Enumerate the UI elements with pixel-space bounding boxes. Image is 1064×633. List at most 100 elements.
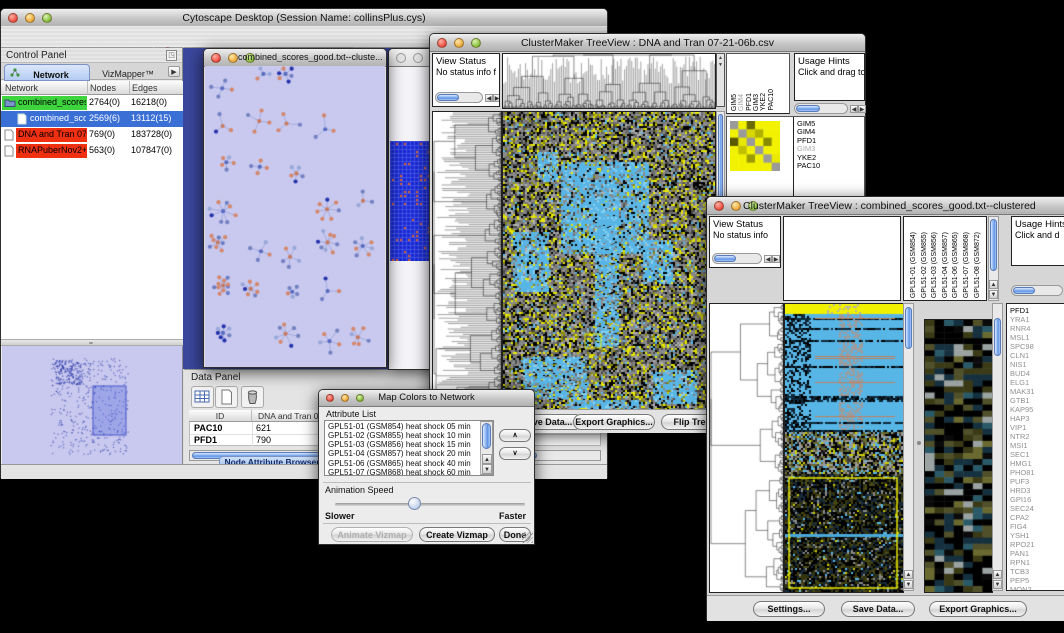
gene-label[interactable]: SEC24 (1010, 504, 1064, 513)
treeview2-titlebar[interactable]: ClusterMaker TreeView : combined_scores_… (707, 197, 1064, 215)
gene-label[interactable]: HMG1 (1010, 459, 1064, 468)
treeview2-row-dendrogram[interactable] (709, 303, 784, 593)
gene-label[interactable]: HAP3 (1010, 414, 1064, 423)
dialog-titlebar[interactable]: Map Colors to Network (319, 390, 534, 407)
close-button[interactable] (396, 53, 406, 63)
network-row-dna-tran[interactable]: DNA and Tran 07 769(0) 183728(0) (1, 127, 183, 143)
network-row-combined-scores[interactable]: combined_scores 2764(0) 16218(0) (1, 95, 183, 111)
data-row-value[interactable]: 621 (256, 423, 271, 433)
treeview2-zoom-heatmap[interactable] (924, 319, 993, 593)
usage-hints-scrollbar[interactable] (1011, 285, 1063, 296)
gene-label[interactable]: YSH1 (1010, 531, 1064, 540)
gene-label[interactable]: MSL1 (1010, 333, 1064, 342)
delete-attribute-trash-icon[interactable] (241, 386, 264, 408)
minimize-button[interactable] (413, 53, 423, 63)
save-data-button[interactable]: Save Data... (841, 601, 915, 617)
move-down-button[interactable]: ∨ (499, 447, 531, 460)
close-button[interactable] (714, 201, 724, 211)
create-vizmap-button[interactable]: Create Vizmap (419, 527, 495, 542)
gene-label[interactable]: NTR2 (1010, 432, 1064, 441)
scroll-up-icon[interactable]: ▲ (482, 454, 492, 464)
table-mode-icon[interactable] (191, 386, 214, 408)
birdseye-splitter[interactable] (1, 339, 183, 346)
gene-label[interactable]: VIP1 (1010, 423, 1064, 432)
treeview2-heatmap-vscrollbar[interactable]: ▲ ▼ (903, 303, 914, 591)
scroll-up-icon[interactable]: ▲ (989, 280, 998, 289)
data-row-value[interactable]: 790 (256, 435, 271, 445)
scroll-right-icon[interactable]: ▶ (772, 255, 780, 263)
gene-label[interactable]: PAN1 (1010, 549, 1064, 558)
minimize-button[interactable] (731, 201, 741, 211)
attribute-list-item[interactable]: GPL51-04 (GSM857) heat shock 20 min (325, 449, 493, 458)
scroll-left-icon[interactable]: ◀ (850, 105, 858, 113)
tab-overflow-arrow-icon[interactable]: ▶ (168, 66, 180, 77)
scroll-right-icon[interactable]: ▶ (858, 105, 866, 113)
scrollbar-thumb[interactable] (905, 307, 912, 349)
column-header-edges[interactable]: Edges (129, 81, 183, 95)
scroll-right-icon[interactable]: ▶ (493, 94, 500, 102)
scroll-up-icon[interactable]: ▲ (904, 570, 913, 579)
gene-label[interactable]: MAK31 (1010, 387, 1064, 396)
gene-label[interactable]: YRA1 (1010, 315, 1064, 324)
animation-speed-slider-thumb[interactable] (408, 497, 421, 510)
gene-label[interactable]: GTB1 (1010, 396, 1064, 405)
gene-label[interactable]: ELG1 (1010, 378, 1064, 387)
gene-label[interactable]: PFD1 (1010, 306, 1064, 315)
new-attribute-icon[interactable] (215, 386, 238, 408)
settings-button[interactable]: Settings... (753, 601, 825, 617)
network-row-combined-sco-selected[interactable]: combined_sco 2569(6) 13112(15) (1, 111, 183, 127)
treeview1-heatmap[interactable] (502, 111, 716, 433)
scroll-left-icon[interactable]: ◀ (485, 94, 493, 102)
network1-titlebar[interactable]: combined_scores_good.txt--cluste... (204, 49, 386, 67)
gene-label[interactable]: KAP95 (1010, 405, 1064, 414)
treeview1-row-dendrogram[interactable] (432, 111, 502, 433)
attribute-list-scrollbar[interactable]: ▲ ▼ (480, 421, 493, 475)
gene-label[interactable]: PUF3 (1010, 477, 1064, 486)
animation-speed-slider-track[interactable] (335, 503, 525, 506)
scroll-up-icon[interactable]: ▲ (993, 570, 1002, 579)
gene-label[interactable]: GPI16 (1010, 495, 1064, 504)
tab-vizmapper[interactable]: VizMapper™ (90, 64, 166, 79)
treeview1-zoom-heatmap[interactable] (730, 121, 780, 171)
gene-label[interactable]: HRD3 (1010, 486, 1064, 495)
attribute-list[interactable]: GPL51-01 (GSM854) heat shock 05 minGPL51… (324, 420, 494, 476)
gene-label[interactable]: MSI1 (1010, 441, 1064, 450)
export-graphics-button[interactable]: Export Graphics... (573, 414, 655, 430)
main-titlebar[interactable]: Cytoscape Desktop (Session Name: collins… (1, 9, 607, 27)
gene-label[interactable]: PHO81 (1010, 468, 1064, 477)
gene-label[interactable]: SPC98 (1010, 342, 1064, 351)
export-graphics-button[interactable]: Export Graphics... (929, 601, 1027, 617)
gene-label[interactable]: RPN1 (1010, 558, 1064, 567)
resize-grip[interactable] (522, 532, 533, 543)
birdseye-overview-canvas[interactable] (2, 346, 182, 464)
gene-label[interactable]: RPO21 (1010, 540, 1064, 549)
attribute-list-item[interactable]: GPL51-02 (GSM855) heat shock 10 min (325, 431, 493, 440)
float-panel-icon[interactable]: ◳ (166, 50, 177, 61)
scroll-left-icon[interactable]: ◀ (764, 255, 772, 263)
data-column-id[interactable]: ID (189, 410, 251, 422)
gene-label[interactable]: BUD4 (1010, 369, 1064, 378)
scrollbar-thumb[interactable] (990, 219, 997, 271)
gene-label[interactable]: RNR4 (1010, 324, 1064, 333)
data-row-id[interactable]: PAC10 (194, 423, 222, 433)
attribute-list-item[interactable]: GPL51-01 (GSM854) heat shock 05 min (325, 422, 493, 431)
view-status-scrollbar[interactable] (712, 253, 762, 264)
scroll-down-icon[interactable]: ▼ (718, 62, 723, 68)
scroll-down-icon[interactable]: ▼ (482, 464, 492, 474)
column-header-nodes[interactable]: Nodes (87, 81, 129, 95)
gene-label[interactable]: NIS1 (1010, 360, 1064, 369)
column-header-network[interactable]: Network (1, 81, 87, 95)
network-row-rnapuber[interactable]: RNAPuberNov2+ 563(0) 107847(0) (1, 143, 183, 159)
data-row-id[interactable]: PFD1 (194, 435, 217, 445)
attribute-list-item[interactable]: GPL51-07 (GSM868) heat shock 60 min (325, 468, 493, 476)
scrollbar-thumb[interactable] (482, 423, 491, 449)
usage-hints-scrollbar[interactable] (794, 103, 848, 114)
gene-label[interactable]: CLN1 (1010, 351, 1064, 360)
gene-label[interactable]: FIG4 (1010, 522, 1064, 531)
attribute-list-item[interactable]: GPL51-03 (GSM856) heat shock 15 min (325, 440, 493, 449)
gene-label[interactable]: MON2 (1010, 585, 1064, 591)
treeview2-collabel-scrollbar[interactable]: ▲ ▼ (988, 216, 999, 301)
network-view-canvas[interactable] (205, 66, 385, 367)
treeview1-column-dendrogram[interactable] (502, 53, 716, 109)
treeview1-titlebar[interactable]: ClusterMaker TreeView : DNA and Tran 07-… (430, 34, 865, 52)
